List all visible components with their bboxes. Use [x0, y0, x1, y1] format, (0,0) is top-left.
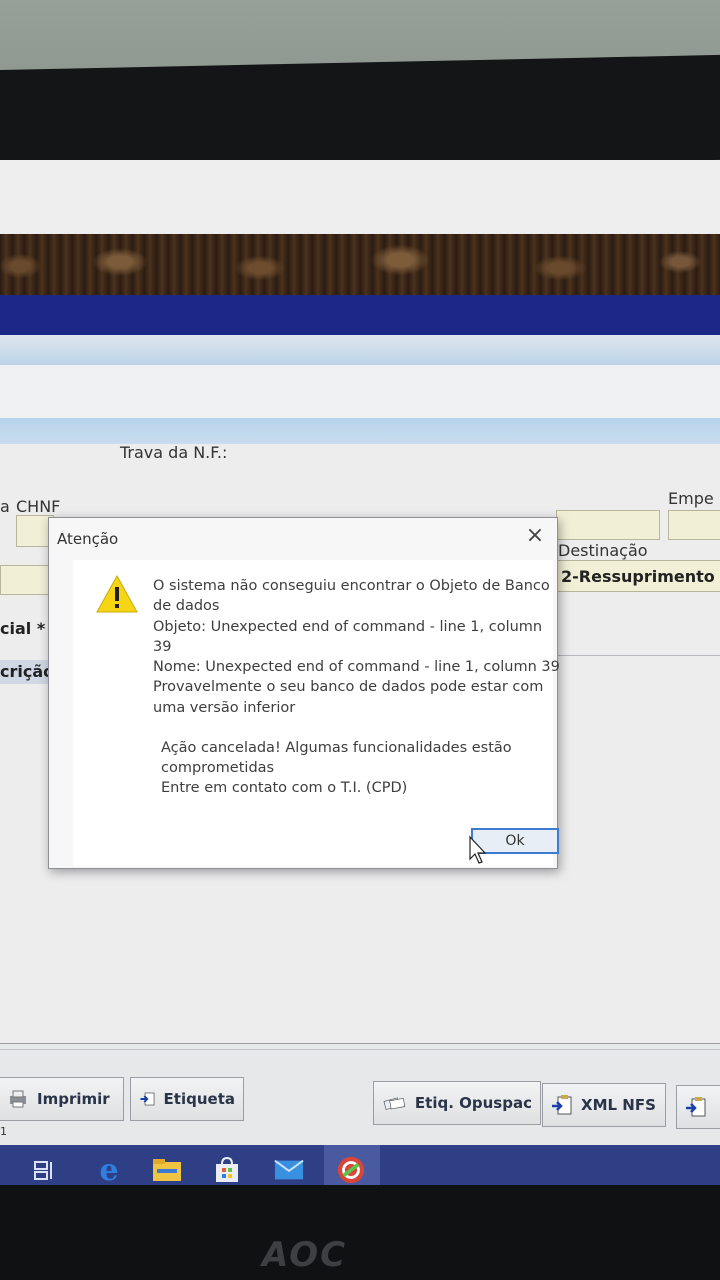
message-line: Objeto: Unexpected end of command - line… — [153, 618, 543, 635]
dialog-message-2: Ação cancelada! Algumas funcionalidades … — [161, 738, 561, 798]
printer-icon — [10, 1090, 26, 1108]
export-icon — [140, 1092, 155, 1106]
message-line: Ação cancelada! Algumas funcionalidades … — [161, 740, 512, 756]
separator-2 — [0, 1049, 720, 1050]
toolbar-gap — [0, 365, 720, 425]
app-icon[interactable] — [336, 1155, 366, 1185]
message-line: de dados — [153, 598, 220, 615]
chnf-prefix: a — [0, 497, 10, 516]
store-icon[interactable] — [212, 1155, 242, 1185]
destinacao-value: 2-Ressuprimento — [561, 566, 715, 586]
message-line: Provavelmente o seu banco de dados pode … — [153, 679, 544, 696]
destinacao-field[interactable]: 2-Ressuprimento — [556, 560, 720, 592]
toolbar-strip — [0, 335, 720, 365]
imprimir-label: Imprimir — [37, 1090, 110, 1108]
message-line: O sistema não conseguiu encontrar o Obje… — [153, 578, 550, 594]
empe-field[interactable] — [668, 510, 720, 540]
message-line: comprometidas — [161, 760, 275, 776]
clipboard-export-icon-2 — [686, 1097, 706, 1117]
edge-icon[interactable]: e — [94, 1153, 124, 1188]
field-right-1[interactable] — [556, 510, 660, 540]
cial-label: cial * — [0, 619, 46, 638]
warning-icon — [96, 574, 138, 613]
monitor-bezel-bottom — [0, 1185, 720, 1280]
imprimir-button[interactable]: Imprimir — [0, 1077, 124, 1121]
trava-label: Trava da N.F.: — [120, 443, 228, 462]
separator — [0, 1043, 720, 1044]
etiqueta-label: Etiqueta — [163, 1090, 235, 1108]
file-explorer-icon[interactable] — [152, 1155, 182, 1185]
app-header-white — [0, 160, 720, 238]
next-button[interactable] — [676, 1085, 720, 1129]
etiqueta-button[interactable]: Etiqueta — [130, 1077, 244, 1121]
dialog-message: O sistema não conseguiu encontrar o Obje… — [153, 576, 563, 718]
empe-label: Empe — [668, 489, 714, 508]
mouse-cursor-icon — [469, 835, 487, 864]
task-view-icon[interactable] — [30, 1155, 60, 1185]
mail-icon[interactable] — [274, 1155, 304, 1185]
section-header — [0, 418, 720, 444]
attention-dialog: Atenção × O sistema não conseguiu encont… — [48, 517, 560, 869]
status-text: 1 — [0, 1125, 7, 1138]
header-banner — [0, 234, 720, 298]
xml-nfs-label: XML NFS — [581, 1096, 656, 1114]
dialog-title: Atenção — [57, 530, 119, 548]
dialog-body: O sistema não conseguiu encontrar o Obje… — [73, 560, 560, 866]
xml-nfs-button[interactable]: XML NFS — [542, 1083, 666, 1127]
monitor-bezel-top — [0, 54, 720, 175]
destinacao-label: Destinação — [558, 541, 648, 560]
chnf-label: CHNF — [16, 497, 61, 516]
close-icon[interactable]: × — [523, 524, 547, 548]
clipboard-export-icon — [552, 1095, 572, 1115]
monitor-brand-logo: AOC — [262, 1235, 348, 1275]
message-line: uma versão inferior — [153, 699, 296, 716]
message-line: Entre em contato com o T.I. (CPD) — [161, 780, 408, 796]
etiq-opuspac-label: Etiq. Opuspac — [414, 1094, 532, 1112]
window-titlebar — [0, 295, 720, 335]
etiq-opuspac-button[interactable]: Etiq. Opuspac — [373, 1081, 541, 1125]
message-line: 39 — [153, 638, 172, 655]
message-line: Nome: Unexpected end of command - line 1… — [153, 659, 560, 676]
labels-icon — [383, 1097, 406, 1110]
